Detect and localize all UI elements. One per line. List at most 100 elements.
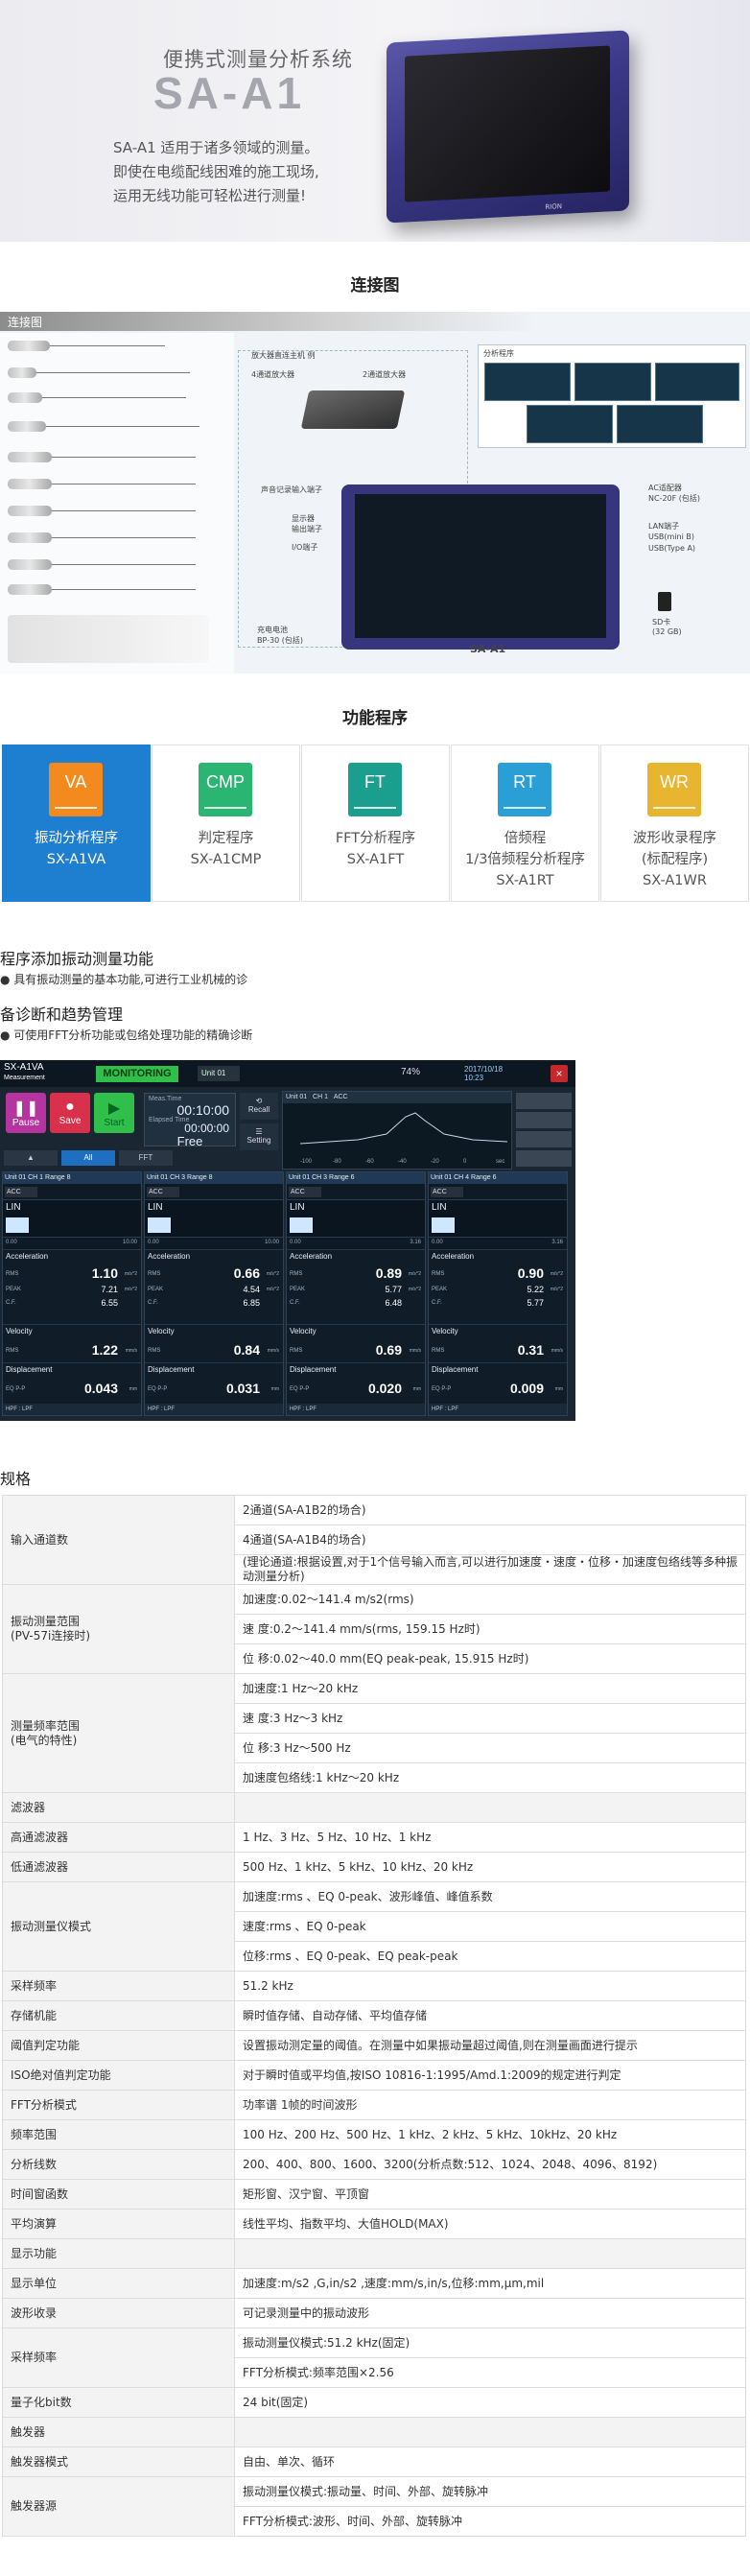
program-card-cmp[interactable]: CMP 判定程序 SX-A1CMP [152, 744, 300, 902]
vel-rms-value: 0.69 [375, 1342, 402, 1358]
spec-value: 500 Hz、1 kHz、5 kHz、10 kHz、20 kHz [234, 1852, 746, 1882]
program-card-wr[interactable]: WR 波形收录程序 (标配程序) SX-A1WR [600, 744, 749, 902]
spec-row: 量子化bit数 24 bit(固定) [2, 2387, 746, 2418]
section-label: Displacement [6, 1365, 53, 1374]
fft-x-tick: -80 [333, 1159, 341, 1165]
displacement-block: Displacement EQ P-P 0.043 mm [3, 1362, 141, 1405]
spec-key: 频率范围 [2, 2119, 235, 2150]
program-list: VA 振动分析程序 SX-A1VA CMP 判定程序 SX-A1CMP FT FFT分析程序 S… [0, 744, 750, 902]
acc-peak-value: 7.21 [101, 1285, 118, 1294]
sensor-image [8, 367, 36, 378]
disp-unit: mm [270, 1386, 279, 1392]
fft-x-axis: -100 -80 -60 -40 -20 0 sec [300, 1159, 507, 1169]
section-label: Acceleration [290, 1252, 333, 1261]
channel-header[interactable]: Unit 01 CH 4 Range 6 [429, 1172, 567, 1184]
filter-footer[interactable]: HPF : LPF [145, 1404, 283, 1415]
cable-line [50, 345, 165, 346]
app-logo-title: SX-A1VA [4, 1062, 44, 1073]
pause-label: Pause [12, 1118, 40, 1128]
disp-eqpp-value: 0.031 [225, 1381, 260, 1396]
program-icon: RT [498, 763, 551, 816]
spec-row: 高通滤波器 1 Hz、3 Hz、5 Hz、10 Hz、1 kHz [2, 1822, 746, 1853]
device-screen [405, 45, 610, 202]
pause-button[interactable]: ❚❚ Pause [6, 1093, 46, 1133]
hero-desc-line: SA-A1 适用于诸多领域的测量。 [113, 139, 319, 156]
disp-eqpp-value: 0.020 [367, 1381, 402, 1396]
app-logo-sub: Measurement [4, 1075, 45, 1081]
spec-value: (理论通道:根据设置,对于1个信号输入而言,可以进行加速度・速度・位移・加速度包… [234, 1554, 746, 1585]
rms-label: RMS [6, 1348, 19, 1354]
disp-eqpp-value: 0.043 [83, 1381, 118, 1396]
acc-cf-value: 6.85 [243, 1298, 260, 1308]
vel-rms-value: 0.31 [517, 1342, 544, 1358]
spec-key: 高通滤波器 [2, 1822, 235, 1853]
channel-header[interactable]: Unit 01 CH 1 Range 8 [3, 1172, 141, 1184]
spec-value: 线性平均、指数平均、大值HOLD(MAX) [234, 2209, 746, 2239]
close-button[interactable]: × [551, 1065, 568, 1082]
unit-select[interactable]: Unit 01 [198, 1066, 240, 1081]
spec-row: 振动测量范围 (PV-57i连接时) 加速度:0.02〜141.4 m/s2(rm… [2, 1584, 746, 1674]
program-card-ft[interactable]: FT FFT分析程序 SX-A1FT [301, 744, 450, 902]
hero-description: SA-A1 适用于诸多领域的测量。 即使在电缆配线困难的施工现场, 运用无线功能… [113, 136, 319, 208]
program-name-line: 判定程序 [198, 831, 254, 846]
feature-title: 备诊断和趋势管理 [0, 1005, 124, 1024]
tab-all[interactable]: All [61, 1150, 115, 1166]
spec-row: 采样频率 振动测量仪模式:51.2 kHz(固定) [2, 2328, 746, 2388]
hero-desc-line: 即使在电缆配线困难的施工现场, [113, 163, 319, 180]
tool-button[interactable] [516, 1131, 572, 1147]
channel-header[interactable]: Unit 01 CH 3 Range 8 [145, 1172, 283, 1184]
channel-type-select[interactable]: ACC [147, 1187, 179, 1197]
channel-header[interactable]: Unit 01 CH 3 Range 6 [287, 1172, 425, 1184]
tool-button[interactable] [516, 1150, 572, 1167]
date-text: 2017/10/18 [464, 1065, 504, 1074]
spec-value: 加速度:m/s2 ,G,in/s2 ,速度:mm/s,in/s,位移:mm,μm… [234, 2268, 746, 2299]
tab-up[interactable]: ▲ [4, 1150, 58, 1166]
spec-value [234, 1792, 746, 1823]
meter-mode: LIN [148, 1202, 163, 1213]
filter-footer[interactable]: HPF : LPF [3, 1404, 141, 1415]
cable-line [36, 372, 190, 373]
program-name: 倍频程 1/3倍频程分析程序 SX-A1RT [452, 828, 598, 891]
displacement-block: Displacement EQ P-P 0.031 mm [145, 1362, 283, 1405]
tab-fft[interactable]: FFT [119, 1150, 173, 1166]
hero-model-name: SA-A1 [153, 68, 306, 118]
program-thumb [484, 363, 571, 401]
filter-footer[interactable]: HPF : LPF [429, 1404, 567, 1415]
timer-mode: Free [176, 1134, 203, 1148]
spec-key: 存储机能 [2, 2000, 235, 2031]
program-thumb [574, 363, 651, 401]
spec-row: 分析线数 200、400、800、1600、3200(分析点数:512、1024、… [2, 2149, 746, 2180]
program-screens [478, 344, 746, 448]
program-icon: CMP [199, 763, 252, 816]
cable-line [52, 589, 196, 590]
spec-value [234, 2417, 746, 2447]
meter-scale: 0.00 10.00 [148, 1240, 279, 1247]
setting-button[interactable]: ☰ Setting [240, 1123, 278, 1150]
channel-type-select[interactable]: ACC [289, 1187, 321, 1197]
spec-key: 显示单位 [2, 2268, 235, 2299]
spec-row: FFT分析模式 功率谱 1帧的时间波形 [2, 2090, 746, 2120]
program-card-va[interactable]: VA 振动分析程序 SX-A1VA [2, 744, 151, 902]
spec-value: 功率谱 1帧的时间波形 [234, 2090, 746, 2120]
vel-rms-value: 1.22 [91, 1342, 118, 1358]
program-name-line: SX-A1WR [643, 873, 707, 888]
app-titlebar: SX-A1VA Measurement MONITORING Unit 01 74… [0, 1060, 575, 1087]
acc-rms-value: 1.10 [91, 1265, 118, 1281]
meter-mode: LIN [290, 1202, 305, 1213]
volume-button[interactable] [516, 1093, 572, 1109]
recall-button[interactable]: ⟲ Recall [240, 1093, 278, 1120]
save-button[interactable]: ● Save [50, 1093, 90, 1133]
level-bar [432, 1217, 455, 1233]
vel-unit: mm/s [551, 1348, 563, 1354]
start-button[interactable]: ▶ Start [94, 1093, 134, 1133]
program-card-rt[interactable]: RT 倍频程 1/3倍频程分析程序 SX-A1RT [451, 744, 599, 902]
tool-button[interactable] [516, 1112, 572, 1128]
spec-value: 振动测量仪模式:振动量、时间、外部、旋转脉冲 [234, 2476, 746, 2507]
program-label: 分析程序 [483, 349, 514, 358]
filter-footer[interactable]: HPF : LPF [287, 1404, 425, 1415]
recall-label: Recall [247, 1105, 270, 1114]
usb-mini-label: USB(mini B) [648, 532, 695, 541]
channel-type-select[interactable]: ACC [5, 1187, 37, 1197]
channel-type-select[interactable]: ACC [431, 1187, 463, 1197]
spec-key: 振动测量仪模式 [2, 1881, 235, 1972]
